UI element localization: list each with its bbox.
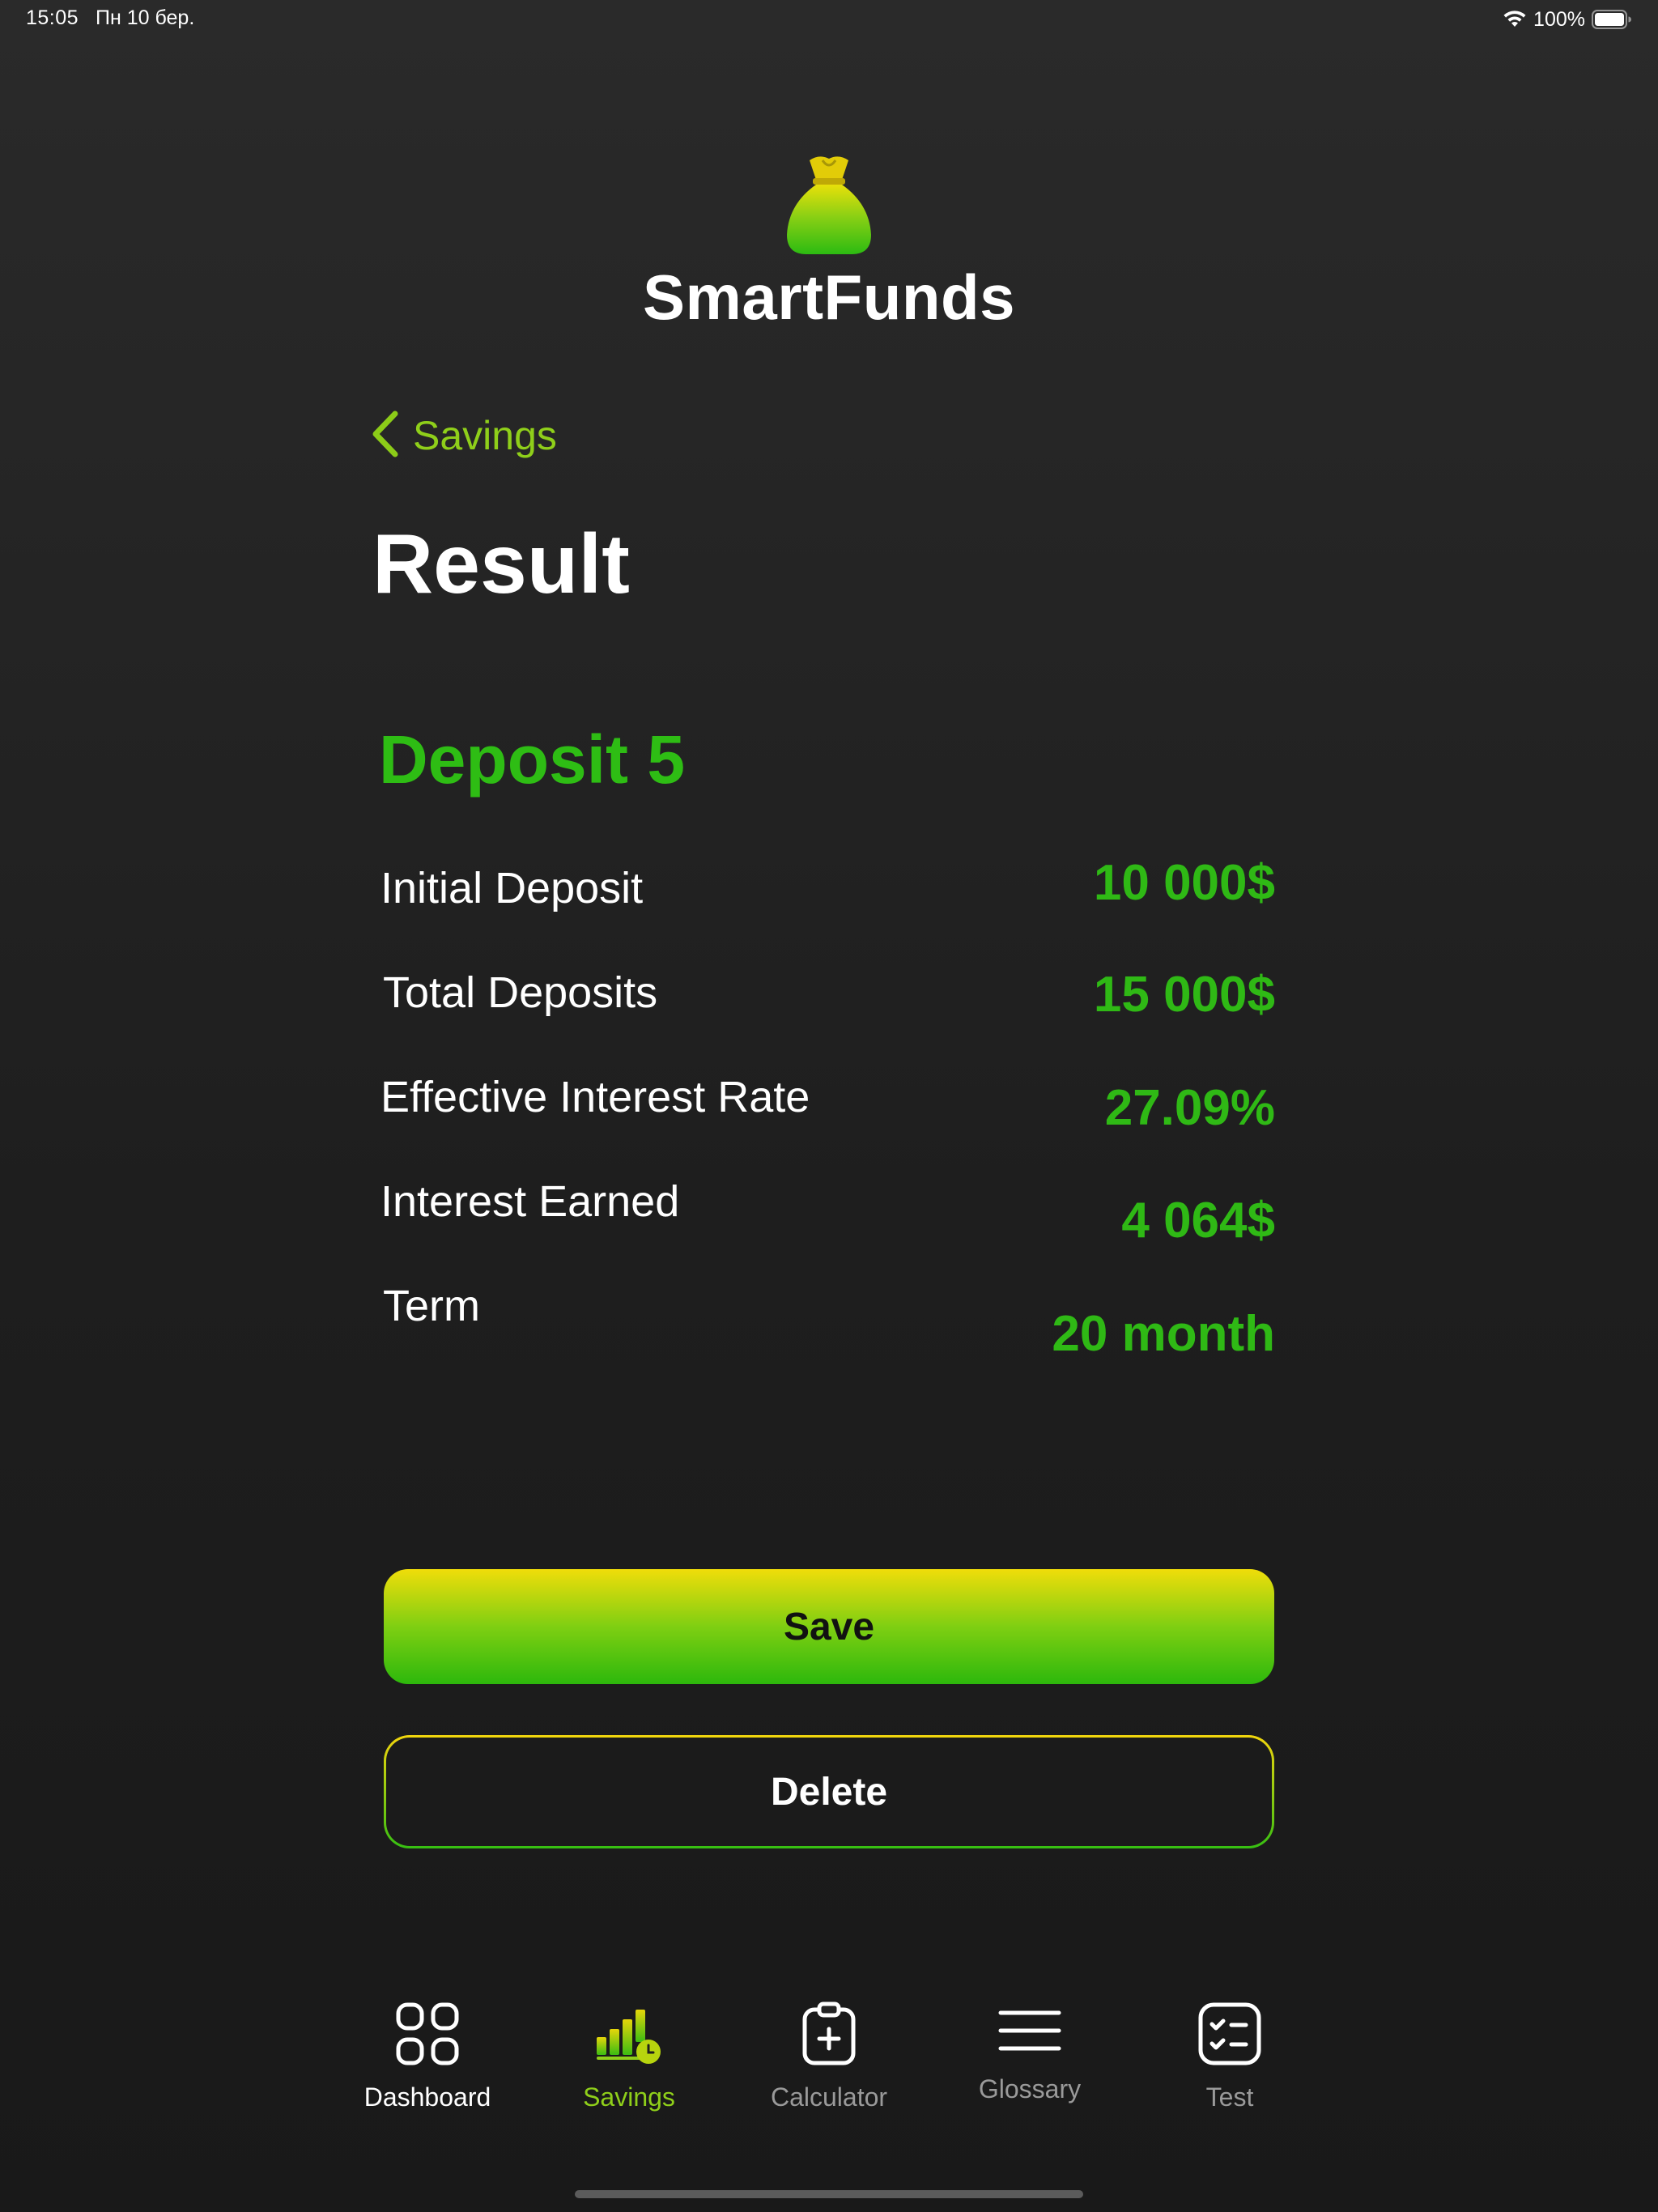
- interest-earned-value: 4 064$: [1121, 1193, 1275, 1249]
- wifi-icon: [1503, 10, 1527, 29]
- checklist-icon: [1197, 2001, 1262, 2070]
- battery-icon: [1592, 9, 1632, 30]
- status-time: 15:05: [26, 6, 79, 29]
- save-button[interactable]: Save: [384, 1569, 1274, 1684]
- money-bag-icon: [782, 154, 876, 257]
- page-title: Result: [372, 517, 630, 611]
- tab-savings[interactable]: Savings: [540, 1993, 718, 2123]
- tab-glossary-label: Glossary: [978, 2074, 1082, 2104]
- status-date: Пн 10 бер.: [96, 6, 195, 29]
- effective-interest-rate-value: 27.09%: [1104, 1080, 1275, 1136]
- tab-calculator-label: Calculator: [770, 2082, 888, 2112]
- tab-test-label: Test: [1205, 2082, 1254, 2112]
- effective-interest-rate-label: Effective Interest Rate: [380, 1073, 810, 1121]
- status-right: 100%: [1503, 5, 1632, 34]
- back-label: Savings: [413, 413, 557, 458]
- total-deposits-label: Total Deposits: [383, 968, 658, 1017]
- initial-deposit-label: Initial Deposit: [380, 864, 644, 912]
- back-button[interactable]: Savings: [371, 409, 557, 462]
- save-label: Save: [783, 1605, 875, 1648]
- tab-dashboard[interactable]: Dashboard: [338, 1993, 517, 2123]
- chevron-left-icon: [371, 410, 400, 462]
- home-indicator[interactable]: [575, 2190, 1083, 2198]
- grid-icon: [395, 2001, 460, 2070]
- deposit-name: Deposit 5: [379, 721, 686, 798]
- tab-savings-label: Savings: [583, 2082, 675, 2112]
- term-value: 20 month: [1052, 1306, 1275, 1362]
- app-title: SmartFunds: [642, 262, 1016, 333]
- battery-percent: 100%: [1533, 7, 1585, 31]
- delete-label: Delete: [770, 1770, 888, 1814]
- total-deposits-value: 15 000$: [1093, 967, 1275, 1023]
- initial-deposit-value: 10 000$: [1093, 855, 1275, 911]
- delete-button-inner: Delete: [386, 1738, 1272, 1846]
- delete-button[interactable]: Delete: [384, 1735, 1274, 1848]
- menu-lines-icon: [997, 2001, 1062, 2062]
- interest-earned-label: Interest Earned: [380, 1177, 680, 1226]
- tab-test[interactable]: Test: [1141, 1993, 1319, 2123]
- term-label: Term: [383, 1282, 480, 1330]
- savings-chart-icon: [595, 2001, 663, 2070]
- tab-glossary[interactable]: Glossary: [941, 1993, 1119, 2123]
- clipboard-plus-icon: [800, 2001, 858, 2070]
- tab-dashboard-label: Dashboard: [363, 2082, 491, 2112]
- tab-calculator[interactable]: Calculator: [740, 1993, 918, 2123]
